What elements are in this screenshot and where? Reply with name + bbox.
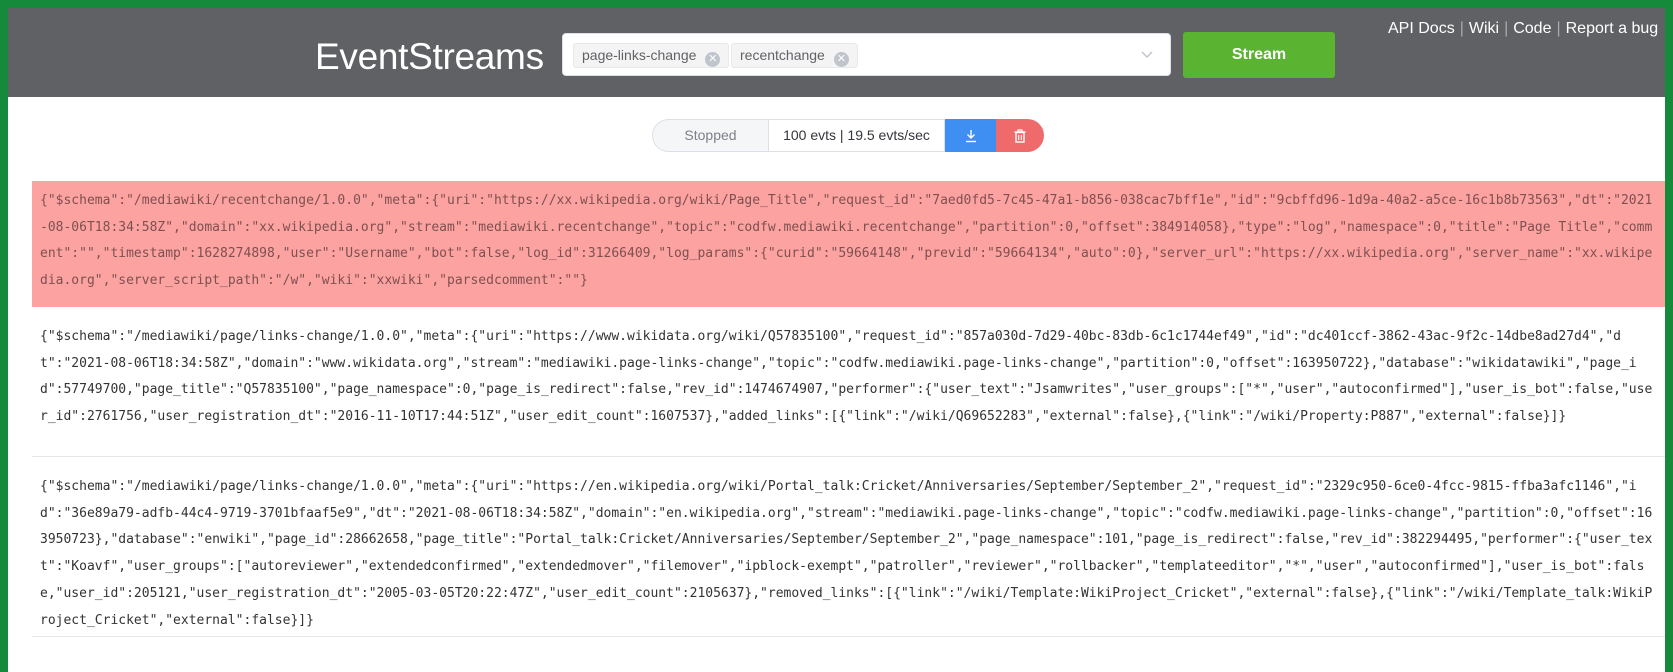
app-window: EventStreams page-links-change ✕ recentch… [8, 8, 1665, 672]
header-bar: EventStreams page-links-change ✕ recentch… [8, 8, 1665, 97]
stream-button[interactable]: Stream [1183, 32, 1335, 78]
link-separator: | [1556, 20, 1561, 37]
app-title: EventStreams [315, 36, 544, 77]
event-list: {"$schema":"/mediawiki/recentchange/1.0.… [32, 171, 1665, 637]
close-icon[interactable]: ✕ [833, 52, 849, 67]
link-separator: | [1459, 20, 1464, 37]
link-separator: | [1504, 20, 1509, 37]
close-icon[interactable]: ✕ [705, 52, 721, 67]
event-item: {"$schema":"/mediawiki/page/links-change… [32, 307, 1665, 457]
stream-tag-label: recentchange [740, 47, 825, 63]
chevron-down-icon[interactable] [1139, 46, 1155, 62]
status-badge: Stopped [652, 119, 768, 152]
code-link[interactable]: Code [1513, 20, 1551, 37]
event-counter: 100 evts | 19.5 evts/sec [768, 119, 945, 152]
api-docs-link[interactable]: API Docs [1388, 20, 1455, 37]
trash-icon [1014, 128, 1026, 143]
event-item-error: {"$schema":"/mediawiki/recentchange/1.0.… [32, 181, 1665, 307]
download-button[interactable] [945, 119, 996, 152]
download-icon [965, 129, 976, 142]
stream-controls: Stopped 100 evts | 19.5 evts/sec [652, 119, 1044, 152]
top-links: API Docs | Wiki | Code | Report a bug [1388, 20, 1658, 38]
event-item: {"$schema":"/mediawiki/page/links-change… [32, 457, 1665, 637]
stream-tag-recentchange: recentchange ✕ [731, 43, 858, 68]
stream-tag-page-links-change: page-links-change ✕ [573, 43, 730, 68]
report-bug-link[interactable]: Report a bug [1566, 20, 1659, 37]
stream-select[interactable]: page-links-change ✕ recentchange ✕ [562, 33, 1171, 76]
stream-tag-label: page-links-change [582, 47, 697, 63]
delete-button[interactable] [996, 119, 1044, 152]
wiki-link[interactable]: Wiki [1469, 20, 1499, 37]
